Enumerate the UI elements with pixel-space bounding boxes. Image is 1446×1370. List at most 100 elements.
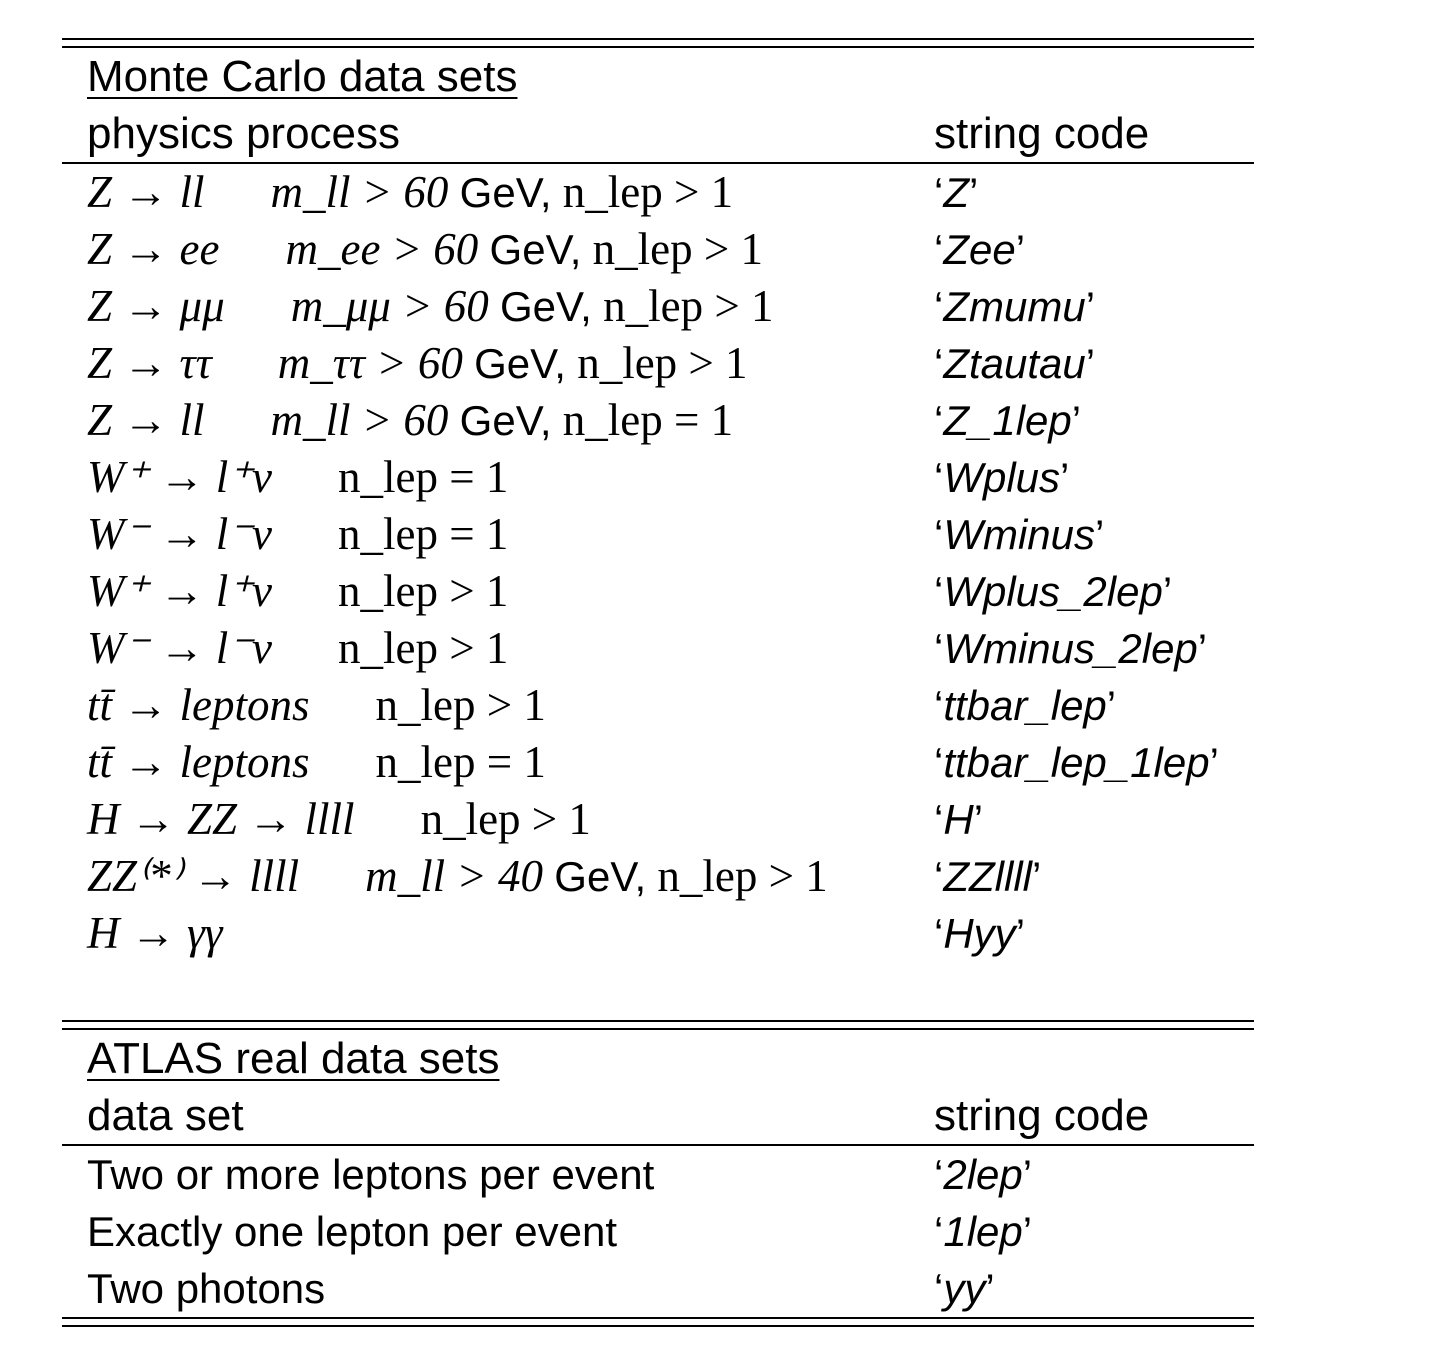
mass-unit: GeV, bbox=[474, 340, 566, 387]
table-row: W⁺ → l⁺ν n_lep > 1 ‘Wplus_2lep’ bbox=[62, 563, 1254, 620]
lepton-count-cut: n_lep > 1 bbox=[577, 338, 748, 388]
monte-carlo-table: Monte Carlo data sets physics process st… bbox=[62, 38, 1254, 1019]
selection-cuts: m_ll > 60 GeV, n_lep > 1 bbox=[271, 167, 734, 217]
physics-process: W⁺ → l⁺ν bbox=[87, 566, 272, 616]
table-title: Monte Carlo data sets bbox=[87, 52, 518, 101]
string-code-value: Wminus bbox=[943, 511, 1096, 558]
string-code: ‘Wminus’ bbox=[934, 506, 1104, 563]
open-quote: ‘ bbox=[934, 1151, 944, 1198]
process-cell: Z → μμ m_μμ > 60 GeV, n_lep > 1 bbox=[87, 278, 773, 335]
close-quote: ’ bbox=[1085, 340, 1096, 387]
selection-cuts: n_lep > 1 bbox=[338, 623, 508, 673]
column-header-process: physics process bbox=[87, 109, 401, 158]
string-code: ‘Z’ bbox=[934, 164, 978, 221]
open-quote: ‘ bbox=[934, 283, 944, 330]
close-quote: ’ bbox=[1197, 625, 1208, 672]
string-code-value: Wplus_2lep bbox=[943, 568, 1163, 615]
selection-cuts: n_lep > 1 bbox=[376, 680, 546, 730]
string-code-value: Zmumu bbox=[943, 283, 1086, 330]
close-quote: ’ bbox=[1022, 1151, 1033, 1198]
open-quote: ‘ bbox=[934, 796, 944, 843]
lepton-count-cut: n_lep > 1 bbox=[657, 851, 828, 901]
open-quote: ‘ bbox=[934, 739, 944, 786]
mass-cut: m_ll > 40 bbox=[365, 851, 544, 901]
table-row: ZZ⁽*⁾ → llll m_ll > 40 GeV, n_lep > 1 ‘ZZl… bbox=[62, 848, 1254, 905]
physics-process: H → γγ bbox=[87, 908, 223, 958]
string-code: ‘ttbar_lep_1lep’ bbox=[934, 734, 1219, 791]
string-code: ‘1lep’ bbox=[934, 1203, 1032, 1260]
lepton-count-cut: n_lep > 1 bbox=[337, 566, 509, 616]
physics-process: Z → ll bbox=[87, 395, 205, 445]
string-code: ‘Wplus_2lep’ bbox=[934, 563, 1172, 620]
lepton-count-cut: n_lep = 1 bbox=[375, 737, 546, 787]
lepton-count-cut: n_lep > 1 bbox=[420, 794, 591, 844]
string-code-value: Zee bbox=[943, 226, 1016, 273]
lepton-count-cut: n_lep > 1 bbox=[562, 167, 734, 217]
table-row: Two photons ‘yy’ bbox=[62, 1260, 1254, 1317]
top-double-rule bbox=[62, 38, 1254, 48]
table-row: tt̄ → leptons n_lep = 1 ‘ttbar_lep_1lep’ bbox=[62, 734, 1254, 791]
selection-cuts: n_lep > 1 bbox=[421, 794, 591, 844]
mass-cut: m_ll > 60 bbox=[270, 395, 449, 445]
physics-process: W⁻ → l⁻ν bbox=[87, 623, 272, 673]
close-quote: ’ bbox=[1085, 283, 1096, 330]
selection-cuts: m_ll > 60 GeV, n_lep = 1 bbox=[271, 395, 734, 445]
atlas-data-table: ATLAS real data sets data set string cod… bbox=[62, 1020, 1254, 1327]
table-row: W⁺ → l⁺ν n_lep = 1 ‘Wplus’ bbox=[62, 449, 1254, 506]
close-quote: ’ bbox=[985, 1265, 995, 1312]
process-cell: W⁺ → l⁺ν n_lep > 1 bbox=[87, 563, 508, 620]
table-row: W⁻ → l⁻ν n_lep = 1 ‘Wminus’ bbox=[62, 506, 1254, 563]
close-quote: ’ bbox=[1162, 568, 1173, 615]
top-double-rule bbox=[62, 1020, 1254, 1030]
string-code: ‘Zee’ bbox=[934, 221, 1025, 278]
open-quote: ‘ bbox=[934, 397, 944, 444]
column-header-dataset: data set bbox=[87, 1091, 244, 1140]
process-cell: H → ZZ → llll n_lep > 1 bbox=[87, 791, 591, 848]
open-quote: ‘ bbox=[934, 625, 944, 672]
open-quote: ‘ bbox=[934, 226, 944, 273]
process-cell: H → γγ bbox=[87, 905, 222, 962]
physics-process: ZZ⁽*⁾ → llll bbox=[87, 851, 300, 901]
physics-process: Z → μμ bbox=[87, 281, 225, 331]
process-cell: Z → ll m_ll > 60 GeV, n_lep > 1 bbox=[87, 164, 733, 221]
string-code: ‘Hyy’ bbox=[934, 905, 1025, 962]
open-quote: ‘ bbox=[934, 682, 944, 729]
physics-process: Z → ττ bbox=[87, 338, 212, 388]
header-row: data set string code bbox=[62, 1087, 1254, 1144]
table-row: Z → μμ m_μμ > 60 GeV, n_lep > 1 ‘Zmumu’ bbox=[62, 278, 1254, 335]
table-row: Z → ee m_ee > 60 GeV, n_lep > 1 ‘Zee’ bbox=[62, 221, 1254, 278]
process-cell: Z → ee m_ee > 60 GeV, n_lep > 1 bbox=[87, 221, 763, 278]
process-cell: Z → ττ m_ττ > 60 GeV, n_lep > 1 bbox=[87, 335, 748, 392]
string-code: ‘Ztautau’ bbox=[934, 335, 1095, 392]
string-code-value: Ztautau bbox=[943, 340, 1086, 387]
open-quote: ‘ bbox=[934, 910, 944, 957]
process-cell: W⁺ → l⁺ν n_lep = 1 bbox=[87, 449, 508, 506]
physics-process: tt̄ → leptons bbox=[87, 680, 310, 730]
process-cell: tt̄ → leptons n_lep > 1 bbox=[87, 677, 546, 734]
string-code: ‘ZZllll’ bbox=[934, 848, 1041, 905]
close-quote: ’ bbox=[1015, 910, 1026, 957]
string-code-value: Hyy bbox=[943, 910, 1016, 957]
dataset-cell: Two photons bbox=[87, 1265, 326, 1312]
physics-process: W⁺ → l⁺ν bbox=[87, 452, 272, 502]
close-quote: ’ bbox=[1071, 397, 1082, 444]
mass-cut: m_μμ > 60 bbox=[290, 281, 489, 331]
table-body: Z → ll m_ll > 60 GeV, n_lep > 1 ‘Z’ Z → ee m… bbox=[62, 164, 1254, 962]
string-code: ‘ttbar_lep’ bbox=[934, 677, 1116, 734]
mass-cut: m_ee > 60 bbox=[285, 224, 479, 274]
lepton-count-cut: n_lep > 1 bbox=[337, 623, 509, 673]
close-quote: ’ bbox=[1022, 1208, 1033, 1255]
table-title: ATLAS real data sets bbox=[87, 1034, 500, 1083]
close-quote: ’ bbox=[969, 169, 979, 216]
close-quote: ’ bbox=[1095, 511, 1105, 558]
open-quote: ‘ bbox=[934, 454, 944, 501]
mass-unit: GeV, bbox=[489, 226, 582, 273]
mass-cut: m_ττ > 60 bbox=[277, 338, 463, 388]
selection-cuts: m_ee > 60 GeV, n_lep > 1 bbox=[285, 224, 763, 274]
selection-cuts: n_lep = 1 bbox=[376, 737, 546, 787]
lepton-count-cut: n_lep > 1 bbox=[592, 224, 764, 274]
lepton-count-cut: n_lep > 1 bbox=[603, 281, 774, 331]
string-code-value: H bbox=[943, 796, 974, 843]
lepton-count-cut: n_lep = 1 bbox=[562, 395, 734, 445]
selection-cuts: n_lep > 1 bbox=[338, 566, 508, 616]
